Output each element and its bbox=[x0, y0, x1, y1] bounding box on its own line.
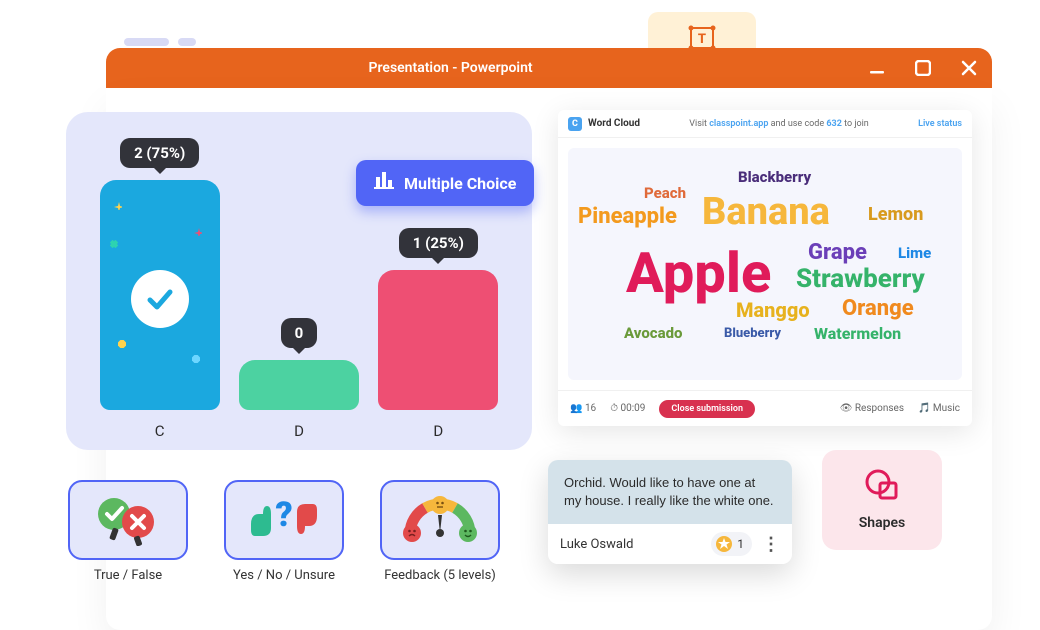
bar-value-label: 0 bbox=[281, 318, 318, 348]
bar-value-label: 1 (25%) bbox=[399, 228, 478, 258]
multiple-choice-badge-label: Multiple Choice bbox=[404, 174, 516, 193]
sparkle-icon bbox=[114, 202, 122, 210]
bar-column: 2 (75%) bbox=[95, 138, 225, 410]
live-status-link[interactable]: Live status bbox=[918, 119, 962, 129]
decoration-line bbox=[178, 38, 196, 46]
star-badge[interactable]: 1 bbox=[711, 532, 752, 556]
bar-c bbox=[100, 180, 220, 410]
bar-d bbox=[378, 270, 498, 410]
word-peach: Peach bbox=[644, 184, 686, 202]
svg-text:T: T bbox=[698, 32, 706, 47]
sparkle-icon bbox=[192, 355, 200, 363]
responses-toggle[interactable]: 👁 Responses bbox=[840, 403, 904, 414]
timer: ⏱ 00:09 bbox=[610, 403, 645, 414]
word-avocado: Avocado bbox=[624, 324, 682, 342]
decoration-line bbox=[124, 38, 169, 46]
correct-check-icon bbox=[131, 270, 189, 328]
option-yes-no-unsure[interactable]: ? bbox=[224, 480, 344, 560]
word-banana: Banana bbox=[702, 190, 830, 234]
window-titlebar: Presentation - Powerpoint bbox=[106, 48, 992, 88]
maximize-button[interactable] bbox=[914, 59, 932, 77]
word-lime: Lime bbox=[898, 244, 931, 262]
axis-label: D bbox=[373, 422, 503, 440]
svg-text:?: ? bbox=[275, 495, 292, 535]
multiple-choice-badge[interactable]: Multiple Choice bbox=[356, 160, 534, 206]
word-manggo: Manggo bbox=[736, 298, 810, 322]
star-icon bbox=[715, 535, 733, 553]
word-blueberry: Blueberry bbox=[724, 326, 781, 341]
word-cloud-panel: C Word Cloud Visit classpoint.app and us… bbox=[558, 110, 972, 426]
word-grape: Grape bbox=[808, 240, 867, 265]
word-strawberry: Strawberry bbox=[796, 264, 925, 294]
word-orange: Orange bbox=[842, 296, 914, 321]
axis-label: C bbox=[95, 422, 225, 440]
response-text: Orchid. Would like to have one at my hou… bbox=[548, 460, 792, 524]
bar-column: 0 bbox=[234, 318, 364, 410]
window-title: Presentation - Powerpoint bbox=[369, 60, 533, 76]
option-true-false-label: True / False bbox=[58, 568, 198, 583]
word-watermelon: Watermelon bbox=[814, 324, 901, 343]
word-cloud-header: C Word Cloud Visit classpoint.app and us… bbox=[558, 110, 972, 138]
axis-label: D bbox=[234, 422, 364, 440]
minimize-button[interactable] bbox=[868, 59, 886, 77]
true-false-icon bbox=[92, 494, 164, 546]
word-apple: Apple bbox=[626, 240, 771, 306]
word-pineapple: Pineapple bbox=[578, 204, 677, 229]
sparkle-icon bbox=[118, 340, 126, 348]
bar-chart-icon bbox=[374, 172, 394, 194]
word-cloud-canvas: Apple Banana Strawberry Pineapple Grape … bbox=[568, 148, 962, 380]
sparkle-icon bbox=[194, 228, 202, 236]
shapes-icon bbox=[864, 469, 900, 505]
participants-count: 👥 16 bbox=[570, 403, 596, 414]
word-cloud-footer: 👥 16 ⏱ 00:09 Close submission 👁 Response… bbox=[558, 390, 972, 426]
music-toggle[interactable]: 🎵 Music bbox=[918, 403, 960, 414]
sparkle-icon bbox=[110, 240, 118, 248]
join-instructions: Visit classpoint.app and use code 632 to… bbox=[689, 119, 868, 129]
bar-d bbox=[239, 360, 359, 410]
shapes-label: Shapes bbox=[859, 515, 905, 531]
more-menu-button[interactable]: ⋮ bbox=[762, 534, 780, 555]
option-yes-no-unsure-label: Yes / No / Unsure bbox=[214, 568, 354, 583]
option-feedback-label: Feedback (5 levels) bbox=[370, 568, 510, 583]
word-blackberry: Blackberry bbox=[738, 168, 811, 186]
response-card: Orchid. Would like to have one at my hou… bbox=[548, 460, 792, 564]
shapes-button[interactable]: Shapes bbox=[822, 450, 942, 550]
close-button[interactable] bbox=[960, 59, 978, 77]
yes-no-unsure-icon: ? bbox=[241, 494, 327, 546]
option-true-false[interactable] bbox=[68, 480, 188, 560]
axis-labels: C D D bbox=[90, 422, 508, 440]
bar-column: 1 (25%) bbox=[373, 228, 503, 410]
word-lemon: Lemon bbox=[868, 204, 923, 225]
word-cloud-title: Word Cloud bbox=[588, 118, 640, 129]
response-author: Luke Oswald bbox=[560, 537, 633, 552]
feedback-gauge-icon bbox=[398, 495, 482, 545]
option-feedback[interactable] bbox=[380, 480, 500, 560]
bar-value-label: 2 (75%) bbox=[120, 138, 199, 168]
close-submission-button[interactable]: Close submission bbox=[659, 400, 755, 418]
classpoint-logo-icon: C bbox=[568, 117, 582, 131]
